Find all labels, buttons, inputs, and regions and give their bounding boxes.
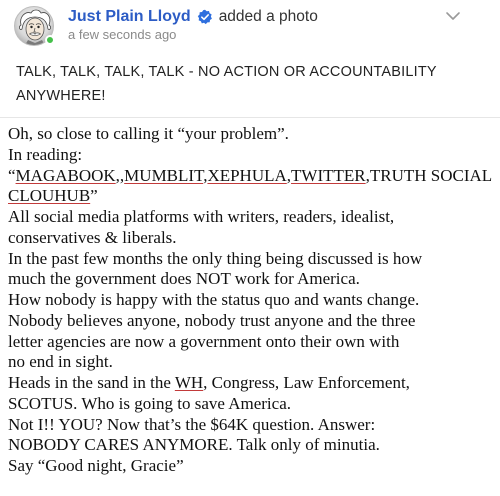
body-line: conservatives & liberals. (8, 227, 177, 247)
spellcheck-word: XEPHULA (207, 165, 287, 185)
body-text: ,TRUTH SOCIAL (365, 165, 493, 185)
verified-badge-icon (197, 9, 213, 25)
body-line: Say “Good night, Gracie” (8, 456, 184, 475)
body-line: CLOUHUB” (8, 186, 498, 207)
body-line: In reading: (8, 144, 83, 164)
body-text: ,, (115, 165, 125, 185)
body-line: Nobody believes anyone, nobody trust any… (8, 310, 416, 330)
divider (0, 117, 500, 118)
body-line: Not I!! YOU? Now that’s the $64K questio… (8, 414, 376, 434)
spellcheck-word: MAGABOOK (15, 165, 116, 185)
body-text: Heads in the sand in the (8, 373, 175, 392)
author-line: Just Plain Lloyd added a photo (68, 6, 318, 28)
body-line: “MAGABOOK,,MUMBLIT,XEPHULA,TWITTER,TRUTH… (8, 166, 498, 187)
post-title-line: TALK, TALK, TALK, TALK - NO ACTION OR AC… (16, 64, 437, 80)
spellcheck-word: MUMBLIT (124, 165, 204, 185)
body-line: Oh, so close to calling it “your problem… (8, 124, 289, 143)
author-name-link[interactable]: Just Plain Lloyd (68, 8, 191, 26)
spellcheck-word: WH (174, 373, 204, 392)
body-line: In the past few months the only thing be… (8, 248, 423, 268)
body-line: letter agencies are now a government ont… (8, 331, 400, 351)
body-text: “ (8, 165, 16, 185)
body-line: no end in sight. (8, 352, 113, 372)
post-options-button[interactable] (443, 8, 463, 24)
body-text: ” (90, 186, 98, 206)
online-status-indicator (45, 35, 55, 45)
body-text: , Congress, Law Enforcement, (203, 373, 410, 392)
post-title: TALK, TALK, TALK, TALK - NO ACTION OR AC… (16, 60, 486, 108)
spellcheck-word: CLOUHUB (8, 186, 91, 206)
body-line: NOBODY CARES ANYMORE. Talk only of minut… (8, 435, 380, 455)
body-line: All social media platforms with writers,… (8, 207, 395, 226)
body-line: How nobody is happy with the status quo … (8, 290, 420, 309)
body-line: SCOTUS. Who is going to save America. (8, 393, 291, 413)
post-header: Just Plain Lloyd added a photo a few sec… (0, 0, 500, 48)
post-timestamp[interactable]: a few seconds ago (68, 27, 176, 42)
body-line: much the government does NOT work for Am… (8, 269, 360, 289)
spellcheck-word: TWITTER (291, 165, 366, 185)
chevron-down-icon (446, 12, 460, 20)
post-title-line: ANYWHERE! (16, 88, 106, 104)
post-body-image-text: Oh, so close to calling it “your problem… (8, 124, 498, 477)
body-line: Heads in the sand in the WH, Congress, L… (8, 373, 498, 394)
post-action-text: added a photo (218, 8, 318, 25)
